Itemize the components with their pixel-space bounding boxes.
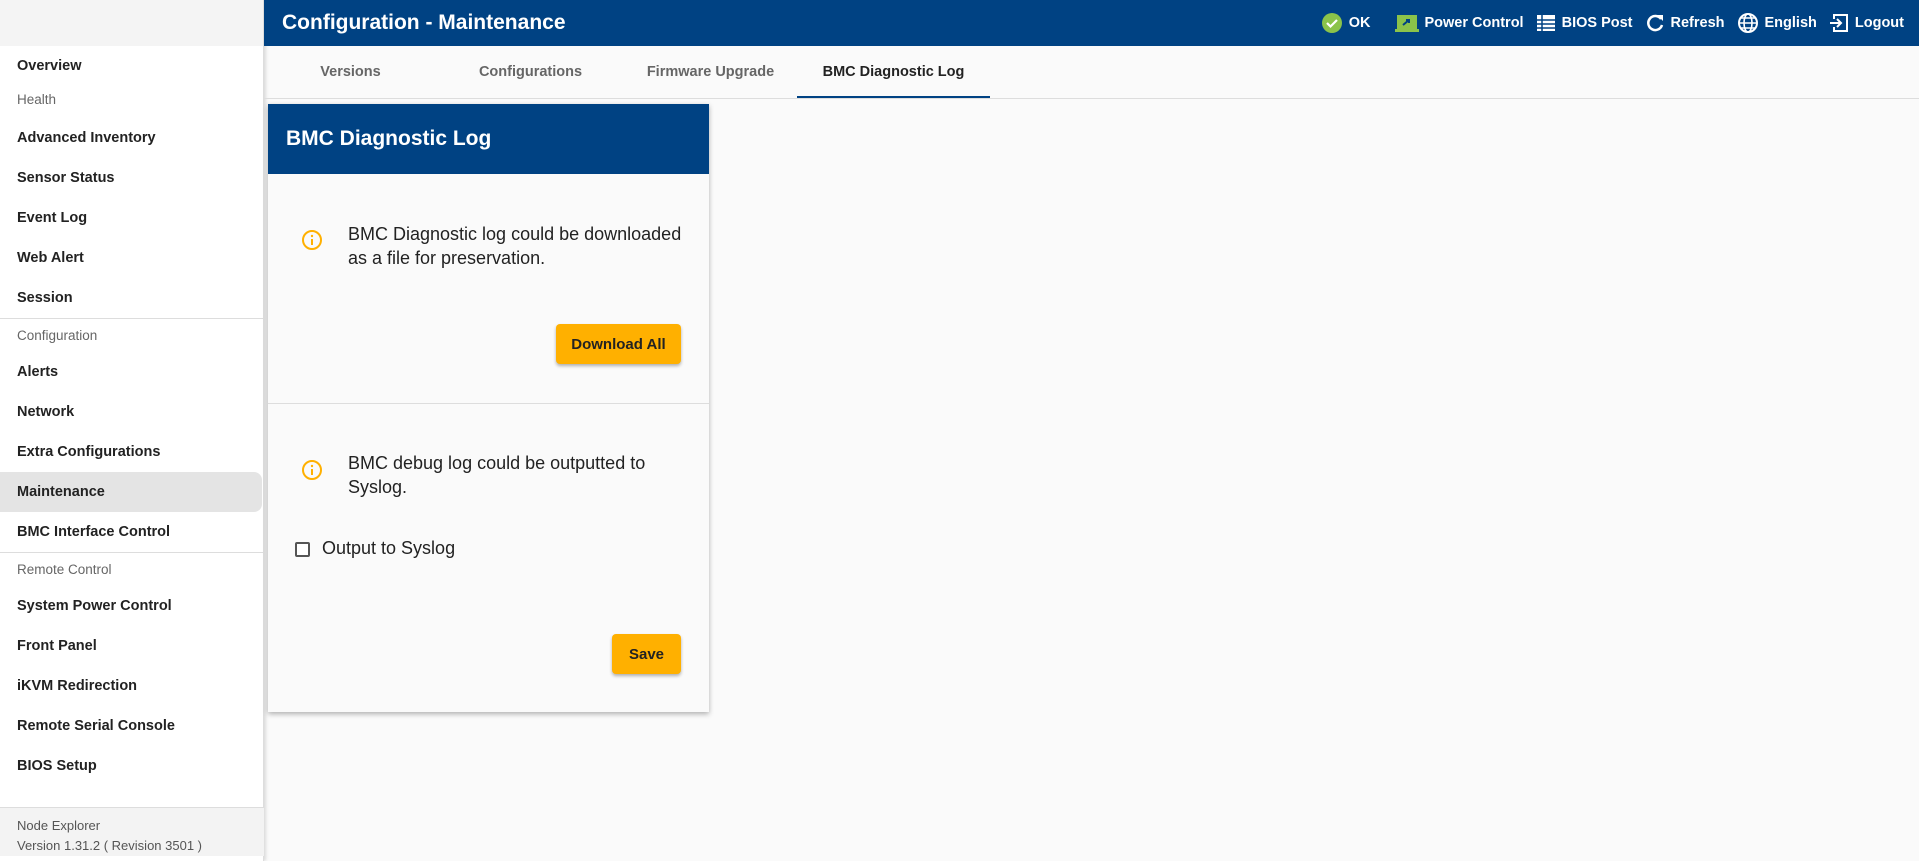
tab-versions[interactable]: Versions xyxy=(264,46,437,98)
power-control-icon xyxy=(1394,15,1419,32)
refresh-button[interactable]: Refresh xyxy=(1645,13,1725,33)
download-message: BMC Diagnostic log could be downloaded a… xyxy=(348,224,682,268)
sidebar-item-bios-setup[interactable]: BIOS Setup xyxy=(0,746,263,786)
sidebar-item-overview[interactable]: Overview xyxy=(0,46,263,86)
tab-bmc-diagnostic-log[interactable]: BMC Diagnostic Log xyxy=(797,46,990,98)
product-name: Node Explorer xyxy=(17,818,101,833)
sidebar-item-system-power-control[interactable]: System Power Control xyxy=(0,586,263,626)
sidebar-item-bmc-interface-control[interactable]: BMC Interface Control xyxy=(0,512,263,552)
download-all-button[interactable]: Download All xyxy=(556,324,681,364)
bios-post-label: BIOS Post xyxy=(1561,15,1633,31)
sidebar-footer: Node Explorer Version 1.31.2 ( Revision … xyxy=(0,807,264,856)
sidebar-item-alerts[interactable]: Alerts xyxy=(0,352,263,392)
sidebar-item-sensor-status[interactable]: Sensor Status xyxy=(0,158,263,198)
tab-bar: Versions Configurations Firmware Upgrade… xyxy=(264,46,1919,99)
status-label: OK xyxy=(1348,15,1371,31)
sidebar-top xyxy=(0,0,263,46)
sidebar-item-web-alert[interactable]: Web Alert xyxy=(0,238,263,278)
language-label: English xyxy=(1764,15,1817,31)
output-to-syslog-label[interactable]: Output to Syslog xyxy=(322,538,455,559)
info-icon xyxy=(302,460,322,480)
sidebar-item-extra-configurations[interactable]: Extra Configurations xyxy=(0,432,263,472)
sidebar-item-remote-serial-console[interactable]: Remote Serial Console xyxy=(0,706,263,746)
tab-configurations[interactable]: Configurations xyxy=(437,46,624,98)
top-bar: Configuration - Maintenance OK Power Con… xyxy=(264,0,1919,46)
refresh-icon xyxy=(1646,14,1663,32)
power-control-button[interactable]: Power Control xyxy=(1394,13,1524,33)
check-circle-icon xyxy=(1321,13,1342,33)
sidebar-item-maintenance[interactable]: Maintenance xyxy=(0,472,262,512)
logout-label: Logout xyxy=(1854,15,1904,31)
sidebar-item-event-log[interactable]: Event Log xyxy=(0,198,263,238)
syslog-message: BMC debug log could be outputted to Sysl… xyxy=(348,453,646,497)
section-configuration: Configuration xyxy=(0,318,263,352)
sidebar-item-advanced-inventory[interactable]: Advanced Inventory xyxy=(0,118,263,158)
output-to-syslog-checkbox[interactable] xyxy=(295,542,310,557)
sidebar-item-network[interactable]: Network xyxy=(0,392,263,432)
logout-button[interactable]: Logout xyxy=(1829,13,1904,33)
refresh-label: Refresh xyxy=(1670,15,1725,31)
globe-icon xyxy=(1737,13,1758,33)
version-text: Version 1.31.2 ( Revision 3501 ) xyxy=(17,838,202,853)
card-title: BMC Diagnostic Log xyxy=(268,104,709,174)
sidebar: Overview Health Advanced Inventory Senso… xyxy=(0,0,264,861)
section-remote-control: Remote Control xyxy=(0,552,263,586)
info-icon xyxy=(302,230,322,250)
sidebar-item-front-panel[interactable]: Front Panel xyxy=(0,626,263,666)
page-title: Configuration - Maintenance xyxy=(282,11,566,34)
sidebar-item-ikvm-redirection[interactable]: iKVM Redirection xyxy=(0,666,263,706)
language-button[interactable]: English xyxy=(1737,12,1817,34)
sidebar-item-session[interactable]: Session xyxy=(0,278,263,318)
bmc-diagnostic-log-card: BMC Diagnostic Log BMC Diagnostic log co… xyxy=(268,104,709,712)
power-control-label: Power Control xyxy=(1424,15,1524,31)
logout-icon xyxy=(1829,14,1848,32)
bios-post-button[interactable]: BIOS Post xyxy=(1536,13,1633,33)
tab-firmware-upgrade[interactable]: Firmware Upgrade xyxy=(624,46,797,98)
section-health: Health xyxy=(17,92,57,107)
save-button[interactable]: Save xyxy=(612,634,681,674)
divider xyxy=(268,403,709,404)
status-ok[interactable]: OK xyxy=(1321,12,1371,34)
list-icon xyxy=(1536,15,1555,31)
